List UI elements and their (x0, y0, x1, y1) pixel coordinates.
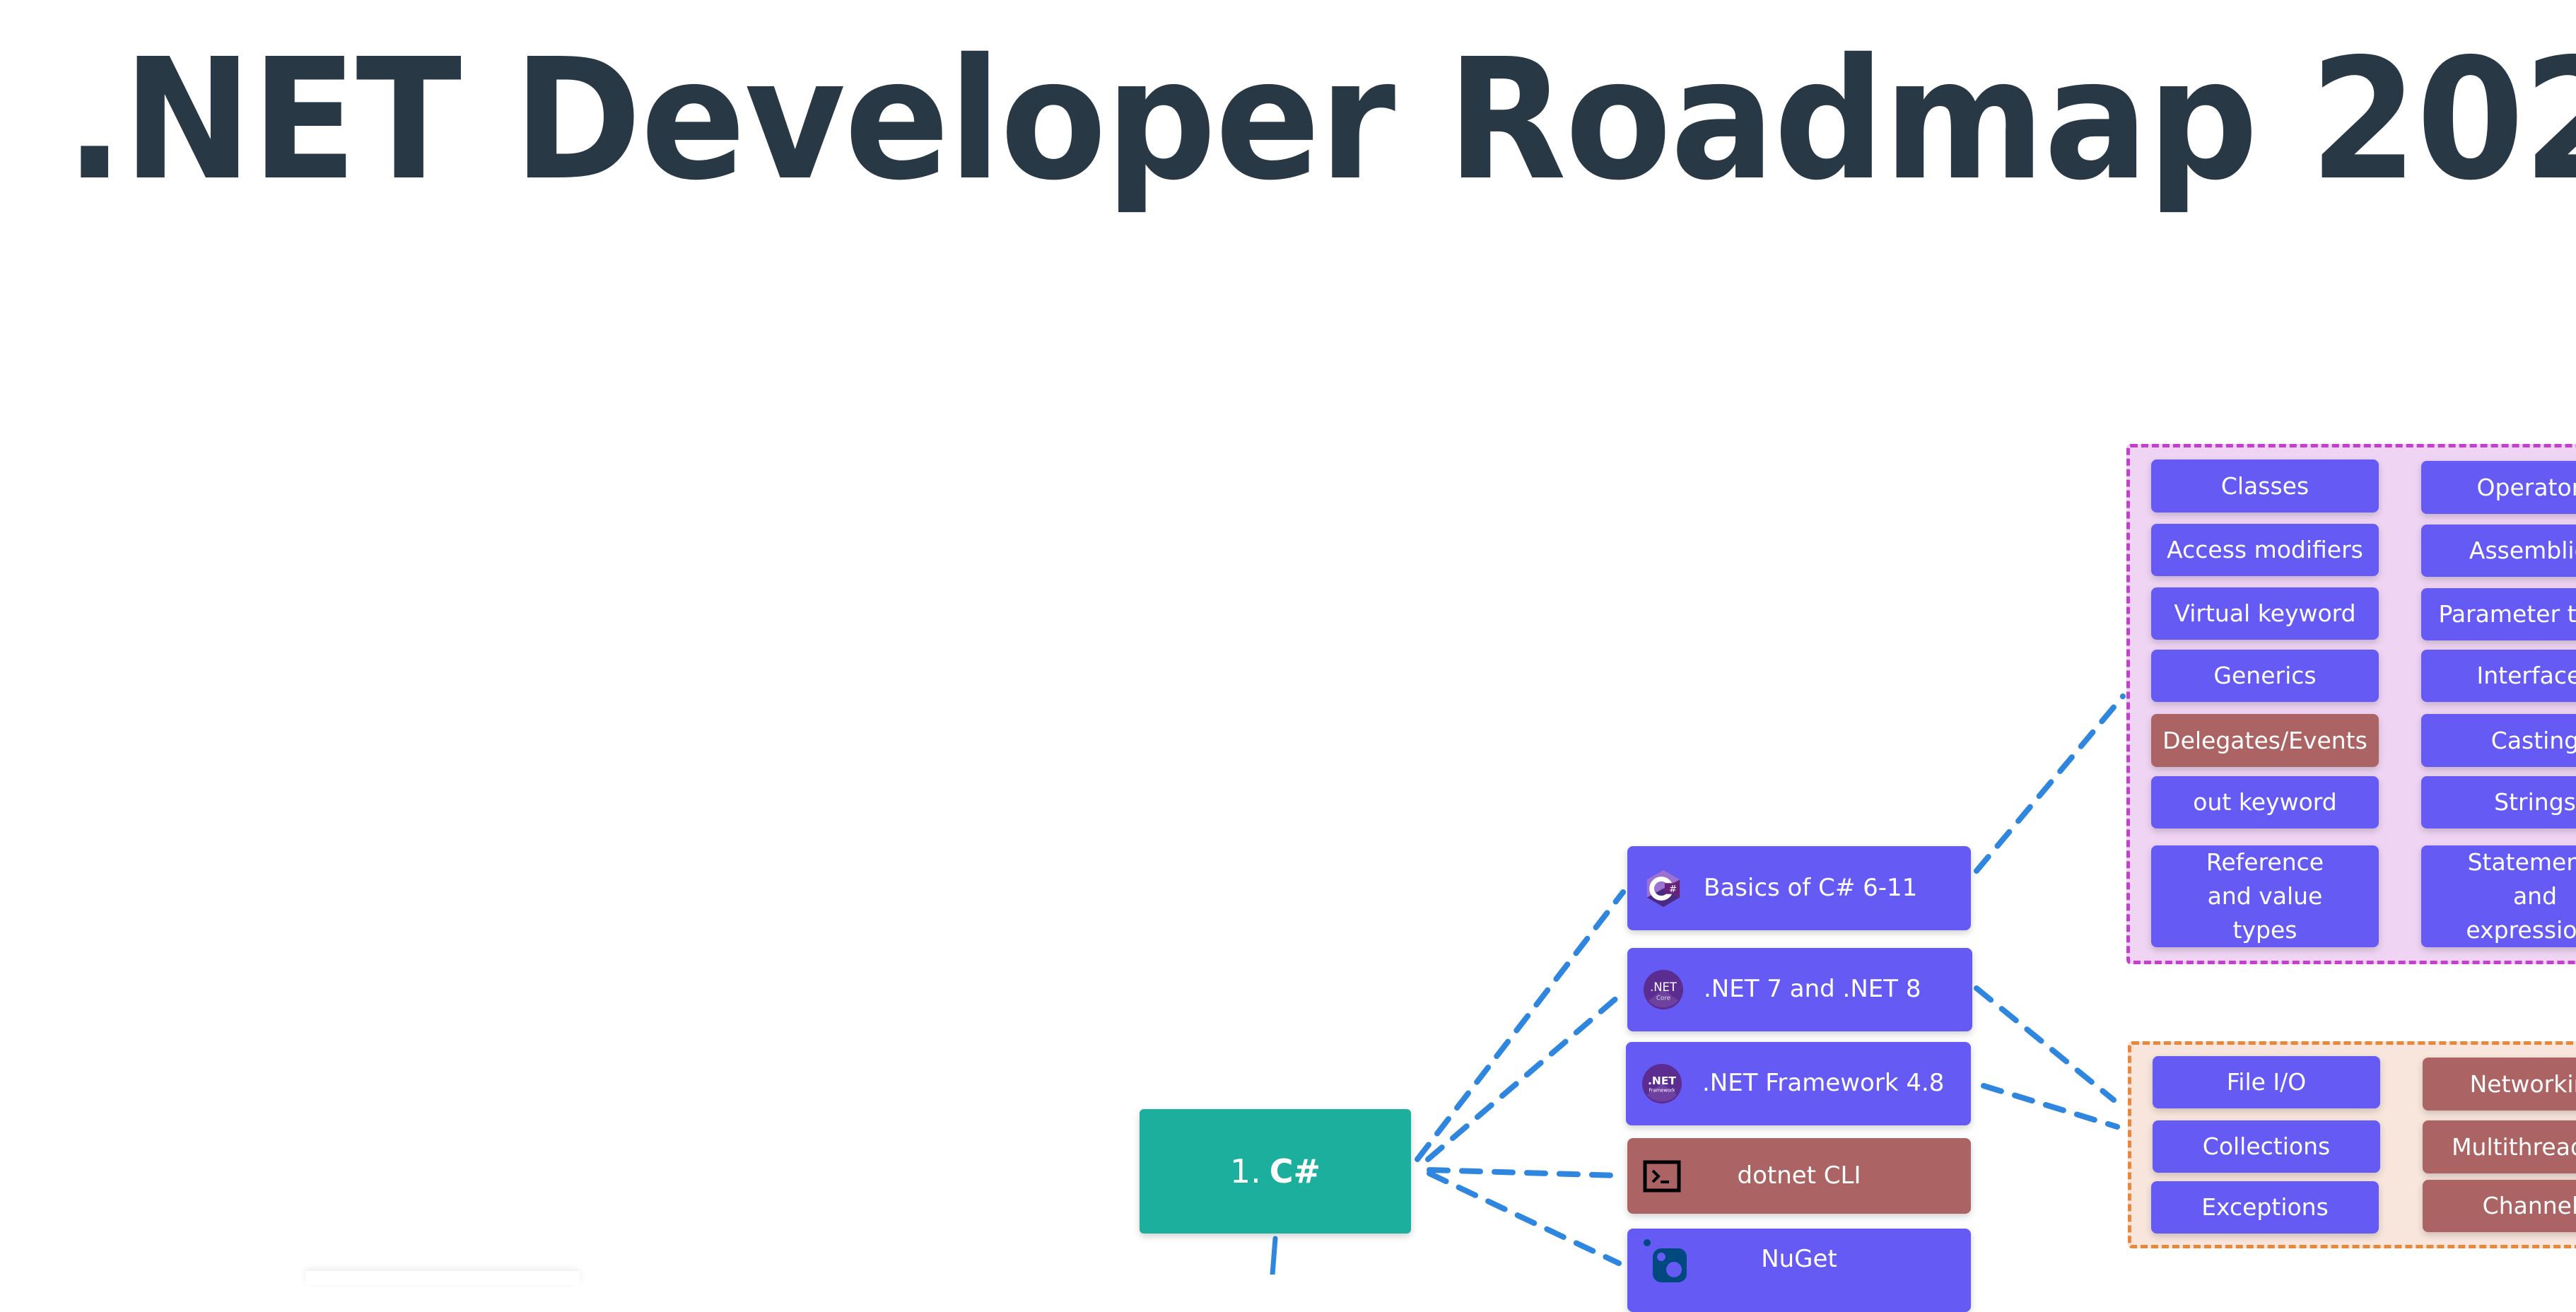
node-label: Basics of C# 6-11 (1704, 873, 1918, 902)
node-basics-of-csharp[interactable]: # Basics of C# 6-11 (1627, 846, 1971, 930)
connector-csharp-to-basics (1415, 889, 1626, 1162)
topic-virtual-keyword[interactable]: Virtual keyword (2151, 587, 2379, 640)
topic-generics[interactable]: Generics (2151, 650, 2379, 702)
topic-multithreading[interactable]: Multithreading (2423, 1120, 2576, 1173)
topic-strings[interactable]: Strings (2421, 776, 2576, 828)
topic-delegates-events[interactable]: Delegates/Events (2151, 714, 2379, 767)
dotnet-core-logo-icon: .NET Core (1643, 969, 1684, 1010)
topic-collections[interactable]: Collections (2153, 1120, 2380, 1173)
root-node-label: C# (1269, 1152, 1321, 1190)
root-node-csharp[interactable]: 1. C# (1140, 1109, 1411, 1234)
dotnet-framework-logo-icon: .NET Framework (1641, 1063, 1682, 1104)
topic-classes[interactable]: Classes (2151, 459, 2379, 512)
connector-csharp-down (1270, 1236, 1278, 1275)
terminal-icon (1643, 1160, 1681, 1193)
svg-text:.NET: .NET (1648, 1074, 1676, 1087)
svg-text:.NET: .NET (1650, 980, 1678, 994)
connector-csharp-to-net78 (1425, 990, 1626, 1162)
page-title: .NET Developer Roadmap 2025. (65, 23, 2576, 217)
topic-exceptions[interactable]: Exceptions (2151, 1181, 2379, 1234)
connector-framework-to-dotnet-group (1981, 1083, 2120, 1130)
topic-channels[interactable]: Channels (2423, 1180, 2576, 1232)
topic-casting[interactable]: Casting (2421, 714, 2576, 767)
nuget-logo-icon (1643, 1238, 1687, 1282)
connector-csharp-to-dotnetcli (1427, 1167, 1622, 1178)
node-dotnet-cli[interactable]: dotnet CLI (1627, 1138, 1971, 1214)
node-label: .NET 7 and .NET 8 (1704, 975, 1921, 1004)
svg-text:Core: Core (1656, 995, 1670, 1002)
topic-parameter-types[interactable]: Parameter types (2421, 588, 2576, 640)
svg-text:Framework: Framework (1649, 1088, 1675, 1094)
topic-out-keyword[interactable]: out keyword (2151, 776, 2379, 828)
connector-net78-to-dotnet-group (1974, 985, 2117, 1103)
connector-csharp-to-nuget (1427, 1171, 1622, 1266)
node-nuget[interactable]: NuGet (1627, 1229, 1971, 1312)
topic-reference-value-types[interactable]: Reference and value types (2151, 845, 2379, 947)
topic-file-io[interactable]: File I/O (2153, 1056, 2380, 1108)
node-label: NuGet (1761, 1245, 1837, 1274)
topic-interfaces[interactable]: Interfaces (2421, 650, 2576, 702)
topic-access-modifiers[interactable]: Access modifiers (2151, 524, 2379, 576)
topic-networking[interactable]: Networking (2423, 1058, 2576, 1111)
topic-operators[interactable]: Operators (2421, 461, 2576, 514)
node-label: .NET Framework 4.8 (1702, 1069, 1945, 1098)
offscreen-node-shadow (305, 1271, 580, 1285)
csharp-logo-icon: # (1643, 868, 1684, 909)
svg-text:#: # (1669, 883, 1677, 894)
node-label: dotnet CLI (1737, 1161, 1861, 1190)
node-net-framework-48[interactable]: .NET Framework .NET Framework 4.8 (1626, 1042, 1971, 1125)
node-net-7-and-8[interactable]: .NET Core .NET 7 and .NET 8 (1627, 948, 1972, 1031)
root-node-number: 1. (1229, 1152, 1261, 1190)
connector-basics-to-group (1974, 693, 2126, 874)
topic-assemblies[interactable]: Assemblies (2421, 525, 2576, 577)
topic-statements-expressions[interactable]: Statements and expressions (2421, 845, 2576, 947)
